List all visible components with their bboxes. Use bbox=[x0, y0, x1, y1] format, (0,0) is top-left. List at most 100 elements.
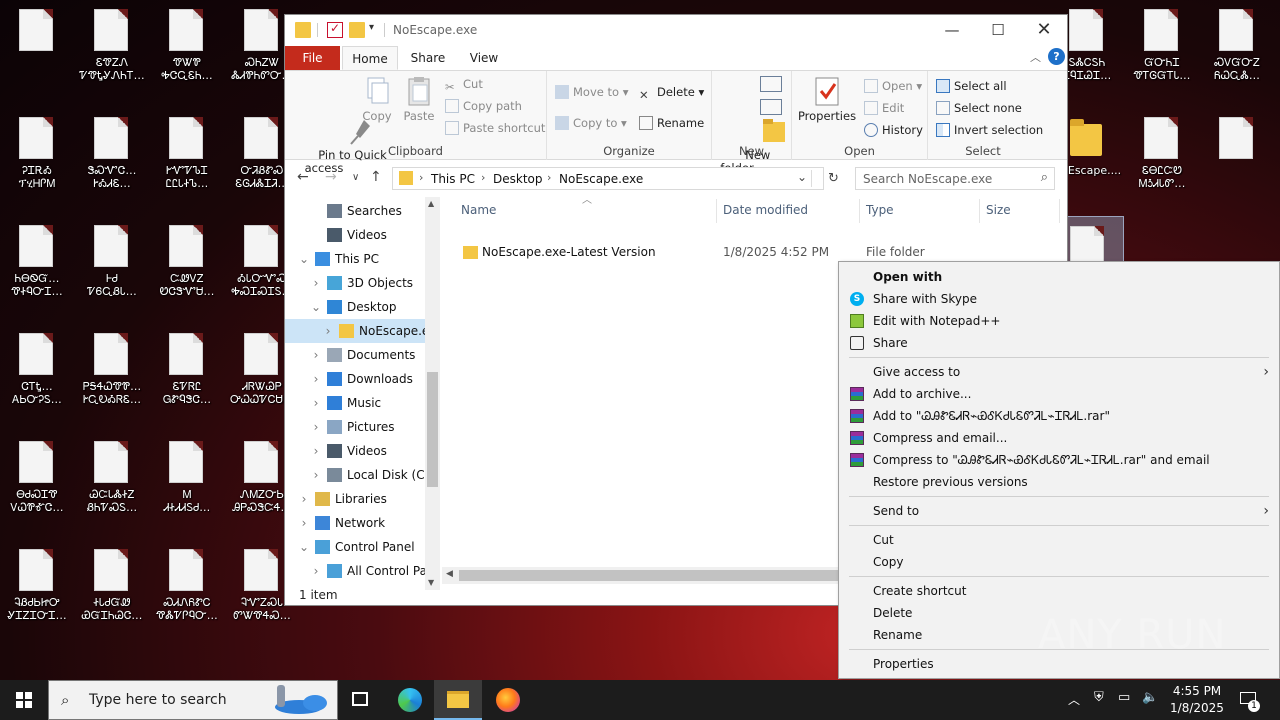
properties-quick-icon[interactable] bbox=[327, 21, 343, 38]
breadcrumb-this-pc[interactable]: This PC bbox=[431, 172, 475, 186]
chevron-right-icon[interactable]: › bbox=[419, 171, 423, 184]
scroll-up-icon[interactable]: ▲ bbox=[428, 199, 434, 208]
desktop-file[interactable]: ᎮᏆᎡᎣ ፕሂᎻᎵᎷ bbox=[0, 108, 74, 208]
chevron-down-icon[interactable]: ▾ bbox=[369, 22, 374, 33]
copy-button[interactable]: Copy bbox=[357, 75, 397, 123]
desktop-file[interactable]: ᎸᏰᏧᏏᏥᎤ ᎽᏆᏃᏆᏅᏆ… bbox=[0, 540, 74, 640]
sidebar-item[interactable]: › 3D Objects bbox=[285, 271, 425, 295]
nav-scrollbar[interactable]: ▲ ▼ bbox=[425, 197, 440, 590]
network-icon[interactable]: ▭ bbox=[1118, 690, 1130, 720]
task-view-button[interactable] bbox=[336, 680, 384, 720]
edit-button[interactable]: Edit bbox=[864, 99, 904, 117]
title-bar[interactable]: ▾ NoEscape.exe — ☐ ✕ bbox=[285, 15, 1067, 46]
tab-home[interactable]: Home bbox=[342, 46, 398, 70]
sidebar-item[interactable]: › Libraries bbox=[285, 487, 425, 511]
chevron-right-icon[interactable]: › bbox=[311, 463, 321, 487]
select-all-button[interactable]: Select all bbox=[936, 77, 1007, 95]
sidebar-item[interactable]: ⌄ Control Panel bbox=[285, 535, 425, 559]
address-bar[interactable]: › This PC › Desktop › NoEscape.exe ⌄ bbox=[392, 167, 824, 190]
open-button[interactable]: Open ▾ bbox=[864, 77, 922, 95]
delete-button[interactable]: ✕ Delete ▾ bbox=[639, 83, 704, 102]
column-size[interactable]: Size bbox=[986, 203, 1011, 217]
collapse-ribbon-icon[interactable]: ︿ bbox=[1030, 49, 1041, 65]
chevron-right-icon[interactable]: › bbox=[299, 511, 309, 535]
desktop-file[interactable]: ᏢᎦᏎᏇᏡᏈ… ᎨᏩᎧᎣᏒᏋ… bbox=[75, 324, 149, 424]
tab-view[interactable]: View bbox=[459, 46, 509, 70]
copy-path-button[interactable]: Copy path bbox=[445, 97, 522, 115]
scrollbar-thumb[interactable] bbox=[459, 570, 839, 581]
security-icon[interactable]: ⛨ bbox=[1094, 690, 1104, 720]
sidebar-item[interactable]: › Pictures bbox=[285, 415, 425, 439]
rename-button[interactable]: Rename bbox=[639, 114, 704, 132]
move-to-button[interactable]: Move to ▾ bbox=[555, 83, 628, 101]
close-button[interactable]: ✕ bbox=[1021, 15, 1067, 46]
menu-item[interactable]: Edit with Notepad++ bbox=[839, 310, 1279, 332]
menu-item[interactable]: Create shortcut bbox=[839, 580, 1279, 602]
volume-icon[interactable]: 🔈 bbox=[1142, 690, 1158, 720]
cut-button[interactable]: ✂ Cut bbox=[445, 75, 483, 94]
taskbar-edge[interactable] bbox=[386, 680, 434, 720]
menu-item[interactable]: Compress to "ᏊᎯᏑᏋᏗᏒ⌁ᏯᎴᏦᏧᏓᏋᏛᏘᏞ⌁ᏆᏒᏗᏞ.rar" … bbox=[839, 449, 1279, 471]
taskbar-search[interactable]: ⌕ Type here to search bbox=[48, 680, 338, 720]
maximize-button[interactable]: ☐ bbox=[975, 15, 1021, 46]
chevron-right-icon[interactable]: › bbox=[481, 171, 485, 184]
scrollbar-thumb[interactable] bbox=[427, 372, 438, 487]
new-item-icon[interactable] bbox=[760, 76, 782, 92]
paste-button[interactable]: Paste bbox=[399, 75, 439, 123]
chevron-right-icon[interactable]: › bbox=[311, 367, 321, 391]
menu-item[interactable]: Share bbox=[839, 332, 1279, 354]
chevron-right-icon[interactable]: › bbox=[311, 415, 321, 439]
desktop-file[interactable] bbox=[0, 0, 74, 100]
chevron-right-icon[interactable]: › bbox=[323, 319, 333, 343]
desktop-file[interactable]: ᏂᎾᏫᏳ… ᏡᏐᏄᏅᏆ… bbox=[0, 216, 74, 316]
sidebar-item[interactable]: ⌄ Desktop bbox=[285, 295, 425, 319]
sidebar-item[interactable]: › NoEscape.exe bbox=[285, 319, 440, 343]
select-none-button[interactable]: Select none bbox=[936, 99, 1022, 117]
sidebar-item[interactable]: ⌄ This PC bbox=[285, 247, 425, 271]
clock[interactable]: 4:55 PM 1/8/2025 bbox=[1162, 683, 1232, 717]
recent-locations-button[interactable]: ∨ bbox=[352, 172, 359, 183]
menu-item[interactable]: Send to › bbox=[839, 500, 1279, 522]
breadcrumb-noescape[interactable]: NoEscape.exe bbox=[559, 172, 643, 186]
menu-item[interactable]: Copy bbox=[839, 551, 1279, 573]
sidebar-item[interactable]: › Videos bbox=[285, 439, 425, 463]
sidebar-item[interactable]: › All Control Par bbox=[285, 559, 432, 583]
minimize-button[interactable]: — bbox=[929, 15, 975, 46]
menu-item[interactable]: Add to "ᏊᎯᏑᏋᏗᏒ⌁ᏯᎴᏦᏧᏓᏋᏛᏘᏞ⌁ᏆᏒᏗᏞ.rar" bbox=[839, 405, 1279, 427]
desktop-file[interactable]: ᏋᏡᏃᏁ ᏤᏡᎿᎽᏁᏂᎢ… bbox=[75, 0, 149, 100]
refresh-icon[interactable]: ↻ bbox=[828, 171, 839, 186]
menu-item[interactable]: Compress and email... bbox=[839, 427, 1279, 449]
action-center-icon[interactable]: 1 bbox=[1238, 688, 1260, 712]
column-type[interactable]: Type bbox=[866, 203, 894, 217]
back-button[interactable]: ← bbox=[297, 169, 309, 185]
menu-item[interactable]: Add to archive... bbox=[839, 383, 1279, 405]
desktop-file[interactable]: ᏋᎾᏝᏨᏬ ᎷᎼᏗᏓᏛ… bbox=[1125, 108, 1199, 208]
easy-access-icon[interactable] bbox=[760, 99, 782, 115]
new-folder-quick-icon[interactable] bbox=[349, 22, 365, 38]
scroll-down-icon[interactable]: ▼ bbox=[428, 578, 434, 587]
copy-to-button[interactable]: Copy to ▾ bbox=[555, 114, 627, 132]
column-date-modified[interactable]: Date modified bbox=[723, 203, 808, 217]
paste-shortcut-button[interactable]: Paste shortcut bbox=[445, 119, 545, 137]
sidebar-item[interactable]: Videos bbox=[285, 223, 425, 247]
chevron-right-icon[interactable]: › bbox=[311, 343, 321, 367]
sidebar-item[interactable]: › Documents bbox=[285, 343, 425, 367]
sidebar-item[interactable]: › Local Disk (C:) bbox=[285, 463, 433, 487]
desktop-file[interactable]: ᏡᏔᏈ ᎭᏣᏩᏋᏂ… bbox=[150, 0, 224, 100]
menu-item[interactable]: Open with bbox=[839, 266, 1279, 288]
search-box[interactable]: Search NoEscape.exe ⌕ bbox=[855, 167, 1055, 190]
desktop-file[interactable]: ᏣᎢᎿ… ᎪᏏᏅᎮᏚ… bbox=[0, 324, 74, 424]
desktop-file[interactable]: ᏍᏙᏳᏅᏃ ᏲᏇᏩᏜ… bbox=[1200, 0, 1274, 100]
sidebar-item[interactable]: › Music bbox=[285, 391, 425, 415]
menu-item[interactable]: Cut bbox=[839, 529, 1279, 551]
tab-file[interactable]: File bbox=[285, 46, 340, 70]
desktop-file[interactable]: ᏋᏤᏒᏝ ᏀᏑᏄᏕᏣ… bbox=[150, 324, 224, 424]
sidebar-item[interactable]: › Downloads bbox=[285, 367, 425, 391]
chevron-right-icon[interactable]: › bbox=[311, 559, 321, 583]
desktop-file[interactable]: ᎨᏉᏤᏖᏆ ᏝᏝᏓᏐᏖ… bbox=[150, 108, 224, 208]
desktop-file[interactable]: ᏐᏓᏧᏳᏪ ᏯᏳᏆᏂᏊᏣ… bbox=[75, 540, 149, 640]
menu-item[interactable]: Give access to › bbox=[839, 361, 1279, 383]
scroll-left-icon[interactable]: ◀ bbox=[446, 569, 453, 579]
chevron-down-icon[interactable]: ⌄ bbox=[797, 170, 807, 184]
desktop-file[interactable]: Ꮇ ᏗᏐᏗᏗᏚᏧ… bbox=[150, 432, 224, 532]
